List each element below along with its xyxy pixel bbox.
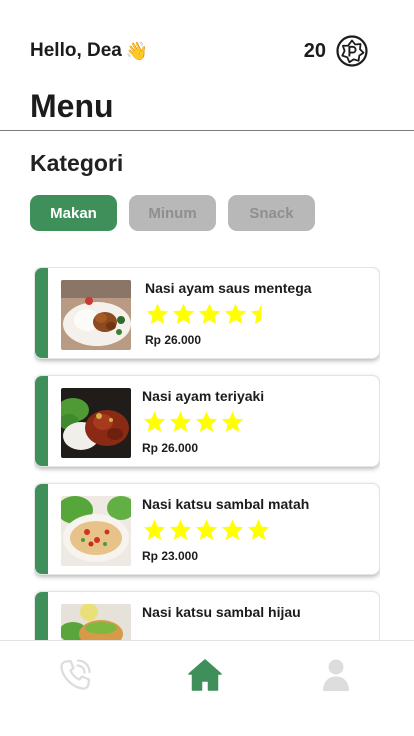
- phone-icon: [60, 659, 91, 690]
- food-image: [61, 496, 131, 566]
- star-icon: [143, 519, 166, 540]
- category-chip-snack[interactable]: Snack: [228, 195, 315, 231]
- rating-stars: [142, 518, 371, 544]
- nav-home[interactable]: [185, 655, 225, 695]
- star-icon: [247, 519, 270, 540]
- star-icon: [146, 303, 169, 324]
- points-value: 20: [303, 39, 326, 62]
- category-chips: Makan Minum Snack: [30, 195, 315, 231]
- card-accent-bar: [35, 268, 48, 358]
- category-title: Kategori: [30, 150, 124, 176]
- menu-card[interactable]: Nasi katsu sambal hijau: [34, 591, 380, 640]
- greeting: Hello, Dea 👋: [30, 40, 148, 62]
- menu-item-name: Nasi katsu sambal matah: [142, 496, 310, 512]
- menu-item-name: Nasi ayam saus mentega: [145, 280, 312, 296]
- profile-icon: [323, 659, 349, 691]
- bottom-nav: [0, 640, 414, 736]
- category-chip-minum[interactable]: Minum: [129, 195, 216, 231]
- nav-profile[interactable]: [316, 655, 356, 695]
- rating-stars: [145, 302, 371, 328]
- waving-hand-icon: 👋: [125, 41, 149, 61]
- page-title: Menu: [30, 88, 114, 124]
- card-accent-bar: [35, 484, 48, 574]
- star-icon: [172, 303, 195, 324]
- food-image: [61, 280, 131, 350]
- points-badge-icon: [336, 35, 368, 67]
- menu-item-price: Rp 26.000: [142, 441, 199, 455]
- star-icon: [198, 303, 221, 324]
- star-icon: [221, 519, 244, 540]
- star-icon: [224, 303, 247, 324]
- star-icon: [143, 411, 166, 432]
- star-icon: [195, 519, 218, 540]
- card-accent-bar: [35, 376, 48, 466]
- menu-item-name: Nasi katsu sambal hijau: [142, 604, 301, 620]
- star-icon: [169, 519, 192, 540]
- card-accent-bar: [35, 592, 48, 640]
- food-image: [61, 388, 131, 458]
- home-icon: [188, 659, 222, 691]
- greeting-text: Hello, Dea: [30, 40, 122, 61]
- rating-stars: [142, 410, 371, 436]
- header: Hello, Dea 👋 20: [30, 35, 368, 67]
- star-icon: [169, 411, 192, 432]
- menu-item-price: Rp 23.000: [142, 549, 199, 563]
- star-icon: [221, 411, 244, 432]
- food-image: [61, 604, 131, 640]
- category-chip-makan[interactable]: Makan: [30, 195, 117, 231]
- menu-list[interactable]: Nasi ayam saus mentega Rp 26.000 Nasi ay…: [34, 267, 380, 640]
- menu-item-price: Rp 26.000: [145, 333, 202, 347]
- star-icon: [195, 411, 218, 432]
- nav-phone[interactable]: [55, 655, 95, 695]
- half-star-icon: [250, 303, 262, 324]
- menu-card[interactable]: Nasi katsu sambal matah Rp 23.000: [34, 483, 380, 575]
- menu-card[interactable]: Nasi ayam saus mentega Rp 26.000: [34, 267, 380, 359]
- points-display[interactable]: 20: [304, 35, 368, 67]
- divider: [0, 130, 414, 131]
- menu-card[interactable]: Nasi ayam teriyaki Rp 26.000: [34, 375, 380, 467]
- menu-item-name: Nasi ayam teriyaki: [142, 388, 265, 404]
